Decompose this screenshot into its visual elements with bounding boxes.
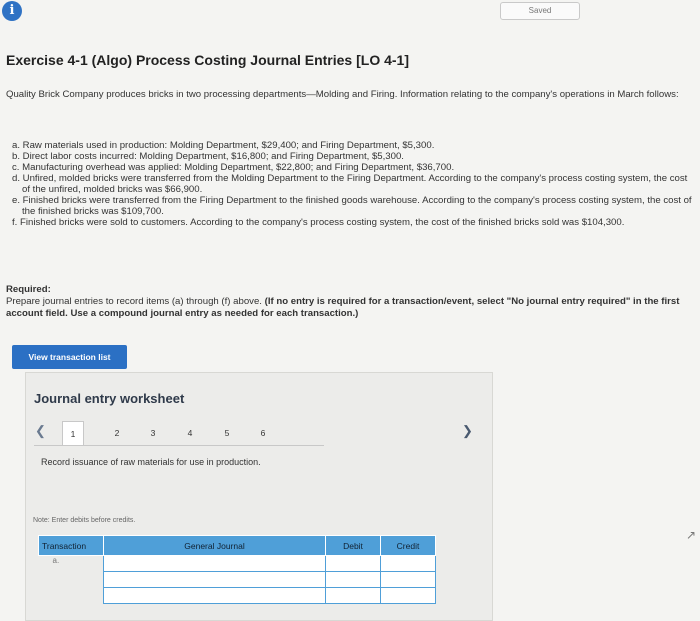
- chevron-right-icon[interactable]: ❯: [462, 423, 473, 439]
- column-header-transaction: Transaction: [38, 535, 104, 556]
- general-journal-input[interactable]: [103, 571, 326, 588]
- column-header-general-journal: General Journal: [103, 535, 326, 556]
- journal-entry-table: Transaction General Journal Debit Credit…: [38, 535, 436, 604]
- debit-input[interactable]: [325, 587, 381, 604]
- transaction-items-list: a. Raw materials used in production: Mol…: [6, 140, 694, 228]
- credit-input[interactable]: [380, 587, 436, 604]
- exercise-title: Exercise 4-1 (Algo) Process Costing Jour…: [6, 52, 409, 68]
- transaction-item-a: a. Raw materials used in production: Mol…: [12, 140, 435, 151]
- saved-status-badge: Saved: [500, 2, 580, 20]
- required-heading: Required:: [6, 284, 51, 295]
- worksheet-pager: ❮ 1 2 3 4 5 6 ❯: [34, 421, 484, 446]
- tab-page-2[interactable]: 2: [106, 421, 128, 445]
- required-section: Required: Prepare journal entries to rec…: [6, 284, 694, 320]
- credit-input[interactable]: [380, 555, 436, 572]
- worksheet-note: Note: Enter debits before credits.: [33, 517, 136, 524]
- column-header-debit: Debit: [325, 535, 381, 556]
- transaction-item-c: c. Manufacturing overhead was applied: M…: [12, 162, 455, 173]
- worksheet-instruction: Record issuance of raw materials for use…: [41, 457, 261, 467]
- worksheet-title: Journal entry worksheet: [34, 391, 185, 406]
- debit-input[interactable]: [325, 555, 381, 572]
- top-bar: i Saved: [0, 0, 700, 24]
- tab-page-5[interactable]: 5: [216, 421, 238, 445]
- debit-input[interactable]: [325, 571, 381, 588]
- transaction-item-d: d. Unfired, molded bricks were transferr…: [12, 173, 688, 195]
- pager-divider: [34, 445, 324, 446]
- chevron-left-icon[interactable]: ❮: [35, 423, 46, 439]
- transaction-item-f: f. Finished bricks were sold to customer…: [12, 217, 625, 228]
- transaction-item-e: e. Finished bricks were transferred from…: [12, 195, 692, 217]
- exercise-intro: Quality Brick Company produces bricks in…: [6, 89, 679, 100]
- table-row: a.: [39, 555, 436, 572]
- tab-page-3[interactable]: 3: [142, 421, 164, 445]
- tab-page-1[interactable]: 1: [62, 421, 84, 445]
- general-journal-input[interactable]: [103, 555, 326, 572]
- tab-page-4[interactable]: 4: [179, 421, 201, 445]
- journal-entry-worksheet: Journal entry worksheet ❮ 1 2 3 4 5 6 ❯ …: [25, 372, 493, 621]
- mouse-cursor-icon: ↗: [686, 528, 697, 542]
- tab-page-6[interactable]: 6: [252, 421, 274, 445]
- view-transaction-list-button[interactable]: View transaction list: [12, 345, 127, 369]
- general-journal-input[interactable]: [103, 587, 326, 604]
- required-text: Prepare journal entries to record items …: [6, 296, 262, 307]
- credit-input[interactable]: [380, 571, 436, 588]
- transaction-cell: a.: [52, 556, 60, 565]
- info-icon[interactable]: i: [2, 1, 22, 21]
- required-instructions: Prepare journal entries to record items …: [6, 296, 694, 320]
- column-header-credit: Credit: [380, 535, 436, 556]
- transaction-item-b: b. Direct labor costs incurred: Molding …: [12, 151, 404, 162]
